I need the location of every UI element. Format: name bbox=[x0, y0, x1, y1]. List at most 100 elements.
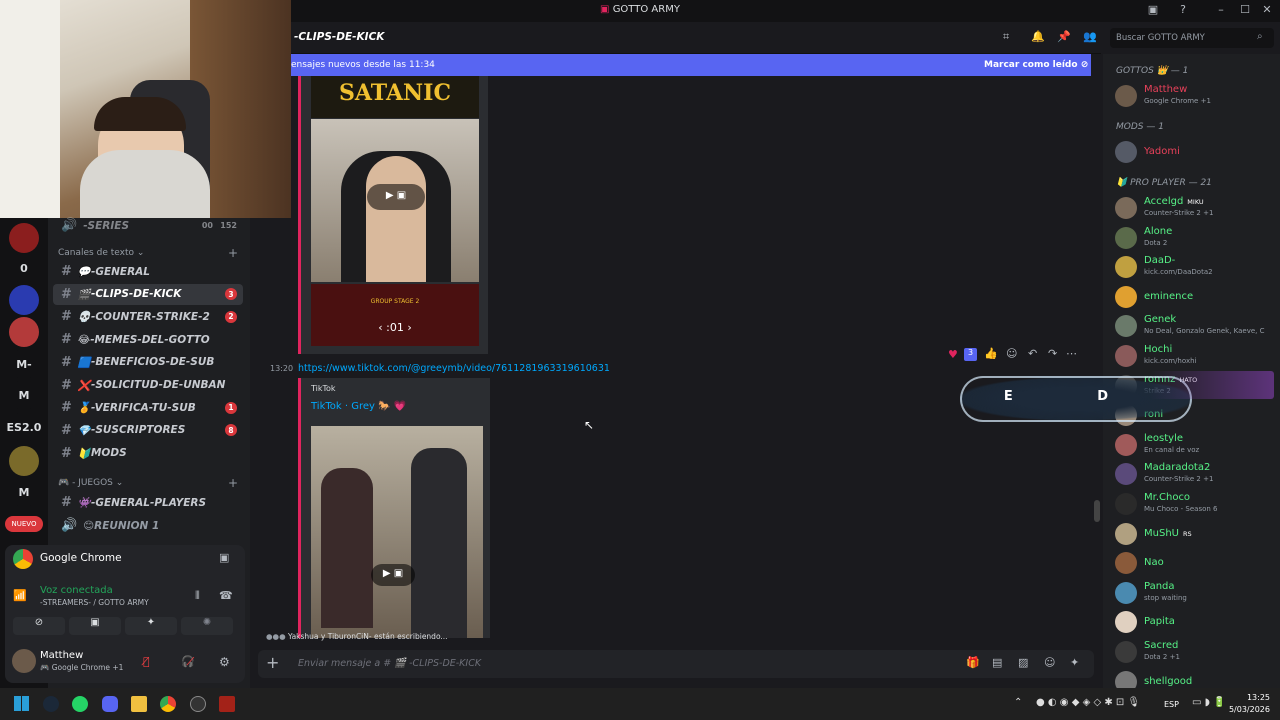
reaction-count[interactable]: 3 bbox=[964, 348, 977, 361]
member-item[interactable]: eminence bbox=[1113, 283, 1273, 311]
noise-icon[interactable]: ⦀ bbox=[195, 589, 200, 603]
server-icon[interactable]: 0 bbox=[9, 253, 39, 283]
add-attachment-icon[interactable]: + bbox=[266, 653, 279, 672]
deafen-icon[interactable]: 🎧̸ bbox=[181, 655, 195, 668]
soundboard-button[interactable]: ✺ bbox=[181, 617, 233, 635]
server-icon[interactable] bbox=[9, 285, 39, 315]
add-channel-icon[interactable]: + bbox=[228, 246, 238, 260]
tray-apps-icons[interactable]: ● ◐ ◉ ◆ ◈ ◇ ✱ ⊡ 🎙 bbox=[1036, 697, 1140, 708]
apps-icon[interactable]: ✦ bbox=[1070, 656, 1079, 669]
screen-share-icon[interactable]: ▣ bbox=[219, 551, 229, 564]
category-games[interactable]: 🎮 - JUEGOS ⌄ bbox=[58, 478, 123, 488]
message-input[interactable]: Enviar mensaje a # 🎬 -CLIPS-DE-KICK bbox=[298, 658, 481, 669]
members-icon[interactable]: 👥 bbox=[1083, 30, 1097, 43]
member-item[interactable]: Accelgd MIKU Counter-Strike 2 +1 bbox=[1113, 194, 1273, 222]
channel-general-players[interactable]: # 👾 -GENERAL-PLAYERS bbox=[53, 492, 243, 513]
minimize-button[interactable]: – bbox=[1212, 3, 1230, 16]
heart-reaction-icon[interactable]: ♥ bbox=[948, 348, 958, 361]
dota2-icon[interactable] bbox=[219, 696, 235, 712]
discord-icon[interactable] bbox=[102, 696, 118, 712]
disconnect-icon[interactable]: ☎ bbox=[219, 589, 233, 602]
file-explorer-icon[interactable] bbox=[131, 696, 147, 712]
mark-read-button[interactable]: Marcar como leído ⊘ bbox=[984, 60, 1088, 70]
channel-item[interactable]: # 🟦 -BENEFICIOS-DE-SUB bbox=[53, 352, 243, 373]
member-item[interactable]: Nao bbox=[1113, 549, 1273, 577]
channel-item[interactable]: # 🔰 MODS bbox=[53, 443, 243, 464]
channel-item[interactable]: # 🎬 -CLIPS-DE-KICK 3 bbox=[53, 283, 243, 305]
language-indicator[interactable]: ESP bbox=[1164, 700, 1179, 709]
channel-item[interactable]: # 😂 -MEMES-DEL-GOTTO bbox=[53, 329, 243, 350]
video-play-button[interactable]: ▶ ▣ bbox=[371, 564, 415, 586]
member-item[interactable]: Madaradota2 Counter-Strike 2 +1 bbox=[1113, 460, 1273, 488]
member-item[interactable]: Yadomi bbox=[1113, 138, 1273, 166]
inbox-icon[interactable]: ▣ bbox=[1144, 3, 1162, 16]
server-icon[interactable]: M bbox=[9, 380, 39, 410]
mute-icon[interactable]: 🎙̸ bbox=[143, 655, 150, 668]
channel-item[interactable]: # ❌ -SOLICITUD-DE-UNBAN bbox=[53, 375, 243, 396]
member-item[interactable]: leostyle En canal de voz bbox=[1113, 431, 1273, 459]
sticker-icon[interactable]: ▨ bbox=[1018, 656, 1028, 669]
gift-icon[interactable]: 🎁 bbox=[966, 656, 980, 669]
server-icon[interactable]: M- bbox=[9, 349, 39, 379]
threads-icon[interactable]: ⌗ bbox=[1003, 30, 1009, 44]
category-text-channels[interactable]: Canales de texto ⌄ bbox=[58, 248, 144, 258]
add-reaction-icon[interactable]: ☺ bbox=[1006, 347, 1017, 360]
member-item[interactable]: Genek No Deal, Gonzalo Genek, Kaeve, C bbox=[1113, 312, 1273, 340]
bell-icon[interactable]: 🔔 bbox=[1031, 30, 1045, 43]
pin-icon[interactable]: 📌 bbox=[1057, 30, 1071, 43]
voice-channel-name[interactable]: -STREAMERS- / GOTTO ARMY bbox=[40, 598, 149, 607]
tiktok-embed[interactable]: TikTok TikTok · Grey 🐎 💗 ▶ ▣ bbox=[298, 378, 490, 638]
clock-time[interactable]: 13:25 bbox=[1228, 693, 1270, 702]
channel-item[interactable]: # 💎 -SUSCRIPTORES 8 bbox=[53, 420, 243, 441]
member-item[interactable]: Papita bbox=[1113, 608, 1273, 636]
member-item[interactable]: Matthew Google Chrome +1 bbox=[1113, 82, 1273, 110]
server-icon[interactable] bbox=[9, 223, 39, 253]
network-volume-icons[interactable]: ▭ ◗ 🔋 bbox=[1192, 697, 1226, 708]
add-game-channel-icon[interactable]: + bbox=[228, 476, 238, 490]
settings-icon[interactable]: ⚙ bbox=[219, 655, 230, 669]
embed-title[interactable]: TikTok · Grey 🐎 💗 bbox=[311, 401, 406, 412]
user-avatar[interactable] bbox=[12, 649, 36, 673]
chat-scrollbar[interactable] bbox=[1094, 500, 1100, 522]
channel-series[interactable]: 🔊 -SERIES 00 152 bbox=[53, 215, 243, 236]
clip-embed[interactable]: SATANIC ▶ ▣ GROUP STAGE 2 ‹ :01 › bbox=[298, 76, 488, 354]
close-button[interactable]: ✕ bbox=[1258, 3, 1276, 16]
whatsapp-icon[interactable] bbox=[72, 696, 88, 712]
windows-start-icon[interactable] bbox=[14, 696, 29, 711]
channel-item[interactable]: # 🏅 -VERIFICA-TU-SUB 1 bbox=[53, 397, 243, 418]
server-icon[interactable]: ES2.0 bbox=[7, 412, 41, 442]
new-messages-bar[interactable]: ensajes nuevos desde las 11:34 Marcar co… bbox=[291, 54, 1091, 76]
activities-button[interactable]: ✦ bbox=[125, 617, 177, 635]
server-icon[interactable] bbox=[9, 317, 39, 347]
chrome-taskbar-icon[interactable] bbox=[160, 696, 176, 712]
tiktok-link[interactable]: https://www.tiktok.com/@greeymb/video/76… bbox=[298, 363, 610, 374]
server-icon[interactable] bbox=[9, 446, 39, 476]
play-button[interactable]: ▶ ▣ bbox=[367, 184, 425, 210]
search-bar[interactable]: Buscar GOTTO ARMY ⌕ bbox=[1110, 28, 1274, 48]
channel-item[interactable]: # 💀 -COUNTER-STRIKE-2 2 bbox=[53, 306, 243, 327]
reply-icon[interactable]: ↶ bbox=[1028, 347, 1037, 360]
gif-icon[interactable]: ▤ bbox=[992, 656, 1002, 669]
forward-icon[interactable]: ↷ bbox=[1048, 347, 1057, 360]
search-input[interactable]: Buscar GOTTO ARMY bbox=[1116, 33, 1205, 43]
clock-date[interactable]: 5/03/2026 bbox=[1222, 705, 1270, 714]
emoji-icon[interactable]: ☺ bbox=[1044, 656, 1055, 669]
new-badge[interactable]: NUEVO bbox=[5, 516, 43, 532]
member-item[interactable]: MuShU RS bbox=[1113, 520, 1273, 548]
member-item[interactable]: Hochi kick.com/hoxhi bbox=[1113, 342, 1273, 370]
member-item[interactable]: Sacred Dota 2 +1 bbox=[1113, 638, 1273, 666]
voice-channel-reunion[interactable]: 🔊 😊 REUNION 1 bbox=[53, 515, 243, 536]
camera-button[interactable]: ⊘ bbox=[13, 617, 65, 635]
help-icon[interactable]: ? bbox=[1174, 3, 1192, 16]
server-icon[interactable]: M bbox=[9, 477, 39, 507]
thumbs-up-icon[interactable]: 👍 bbox=[984, 347, 998, 360]
steam-icon[interactable] bbox=[43, 696, 59, 712]
share-screen-button[interactable]: ▣ bbox=[69, 617, 121, 635]
tray-chevron-icon[interactable]: ⌃ bbox=[1014, 697, 1022, 708]
member-item[interactable]: DaaD-kick.com/DaaDota2 bbox=[1113, 253, 1273, 281]
member-item[interactable]: Panda stop waiting bbox=[1113, 579, 1273, 607]
maximize-button[interactable]: ☐ bbox=[1236, 3, 1254, 16]
member-item[interactable]: Alone Dota 2 bbox=[1113, 224, 1273, 252]
voice-status[interactable]: Voz conectada bbox=[40, 585, 113, 596]
more-icon[interactable]: ⋯ bbox=[1066, 347, 1077, 360]
